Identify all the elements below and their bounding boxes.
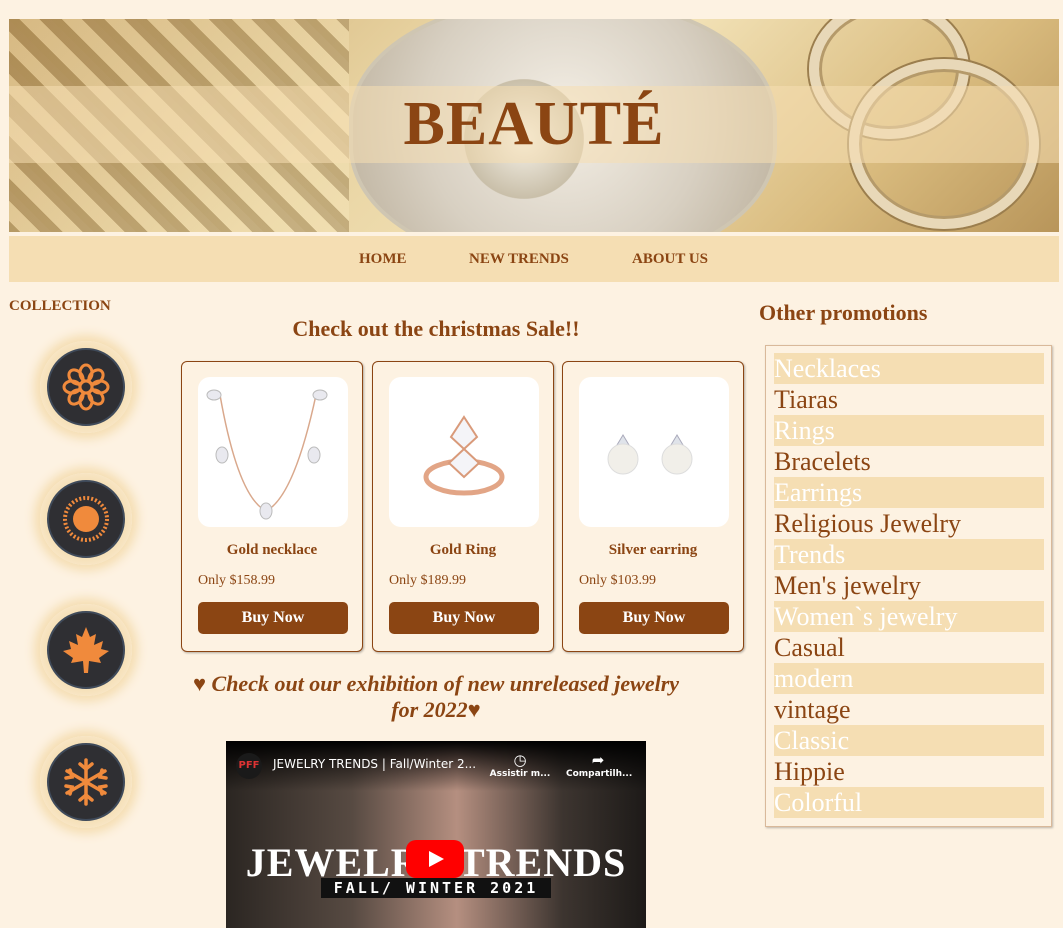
promo-item-womens-jewelry[interactable]: Women`s jewelry xyxy=(774,601,1044,632)
promo-item-casual[interactable]: Casual xyxy=(774,632,1044,663)
collection-item-maple-leaf[interactable] xyxy=(40,604,132,696)
exhibition-line-2: for 2022♥ xyxy=(391,697,481,722)
product-image-necklace[interactable] xyxy=(198,377,348,527)
promo-item-modern[interactable]: modern xyxy=(774,663,1044,694)
promo-item-hippie[interactable]: Hippie xyxy=(774,756,1044,787)
site-title: BEAUTÉ xyxy=(403,90,665,158)
product-price: Only $103.99 xyxy=(579,573,656,588)
buy-now-button[interactable]: Buy Now xyxy=(579,602,729,634)
promo-item-vintage[interactable]: vintage xyxy=(774,694,1044,725)
promo-item-colorful[interactable]: Colorful xyxy=(774,787,1044,818)
promo-item-earrings[interactable]: Earrings xyxy=(774,477,1044,508)
product-name: Gold Ring xyxy=(429,542,497,558)
promo-item-necklaces[interactable]: Necklaces xyxy=(774,353,1044,384)
collection-title: COLLECTION xyxy=(9,298,111,314)
product-price: Only $158.99 xyxy=(198,573,275,588)
share-icon: ➦ xyxy=(591,751,605,769)
promotions-list: Necklaces Tiaras Rings Bracelets Earring… xyxy=(774,353,1044,818)
promo-item-tiaras[interactable]: Tiaras xyxy=(774,384,1044,415)
promo-item-bracelets[interactable]: Bracelets xyxy=(774,446,1044,477)
exhibition-heading: ♥ Check out our exhibition of new unrele… xyxy=(180,671,692,723)
product-image-earring[interactable] xyxy=(579,377,729,527)
header-banner: BEAUTÉ xyxy=(9,19,1059,232)
share-label: Compartilh... xyxy=(566,769,633,779)
buy-now-button[interactable]: Buy Now xyxy=(198,602,348,634)
product-name: Gold necklace xyxy=(226,542,318,558)
promo-item-mens-jewelry[interactable]: Men's jewelry xyxy=(774,570,1044,601)
sale-title: Check out the christmas Sale!! xyxy=(292,316,580,341)
collection-item-flower[interactable] xyxy=(40,341,132,433)
promo-item-trends[interactable]: Trends xyxy=(774,539,1044,570)
nav-home-link[interactable]: HOME xyxy=(359,236,407,282)
nav-new-trends-link[interactable]: NEW TRENDS xyxy=(469,236,569,282)
exhibition-line-1: ♥ Check out our exhibition of new unrele… xyxy=(192,671,680,696)
promo-item-rings[interactable]: Rings xyxy=(774,415,1044,446)
promo-item-classic[interactable]: Classic xyxy=(774,725,1044,756)
play-icon[interactable] xyxy=(406,840,464,878)
channel-logo[interactable]: PFF xyxy=(236,753,262,779)
promotions-title: Other promotions xyxy=(759,300,928,325)
promotions-list-box: Necklaces Tiaras Rings Bracelets Earring… xyxy=(765,345,1052,827)
collection-item-snowflake[interactable] xyxy=(40,736,132,828)
promo-item-religious-jewelry[interactable]: Religious Jewelry xyxy=(774,508,1044,539)
share-button[interactable]: ➦ Compartilh... xyxy=(566,751,633,779)
product-card: Gold necklace Only $158.99 Buy Now xyxy=(181,361,363,652)
maple-leaf-icon xyxy=(63,627,109,673)
collection-item-sun[interactable] xyxy=(40,473,132,565)
product-card: Gold Ring Only $189.99 Buy Now xyxy=(372,361,554,652)
video-overlay-subtitle: FALL/ WINTER 2021 xyxy=(321,878,551,898)
product-name: Silver earring xyxy=(608,542,698,558)
product-card: Silver earring Only $103.99 Buy Now xyxy=(562,361,744,652)
nav-about-us-link[interactable]: ABOUT US xyxy=(632,236,708,282)
sun-icon xyxy=(63,496,109,542)
clock-icon: ◷ xyxy=(513,751,527,769)
flower-icon xyxy=(62,363,110,411)
video-title[interactable]: JEWELRY TRENDS | Fall/Winter 2... xyxy=(273,757,476,771)
watch-later-button[interactable]: ◷ Assistir m... xyxy=(488,751,552,779)
snowflake-icon xyxy=(64,758,108,806)
product-image-ring[interactable] xyxy=(389,377,539,527)
product-price: Only $189.99 xyxy=(389,573,466,588)
nav-bar: HOME NEW TRENDS ABOUT US xyxy=(9,236,1059,282)
video-embed[interactable]: PFF JEWELRY TRENDS | Fall/Winter 2... ◷ … xyxy=(226,741,646,928)
watch-later-label: Assistir m... xyxy=(489,769,551,779)
buy-now-button[interactable]: Buy Now xyxy=(389,602,539,634)
